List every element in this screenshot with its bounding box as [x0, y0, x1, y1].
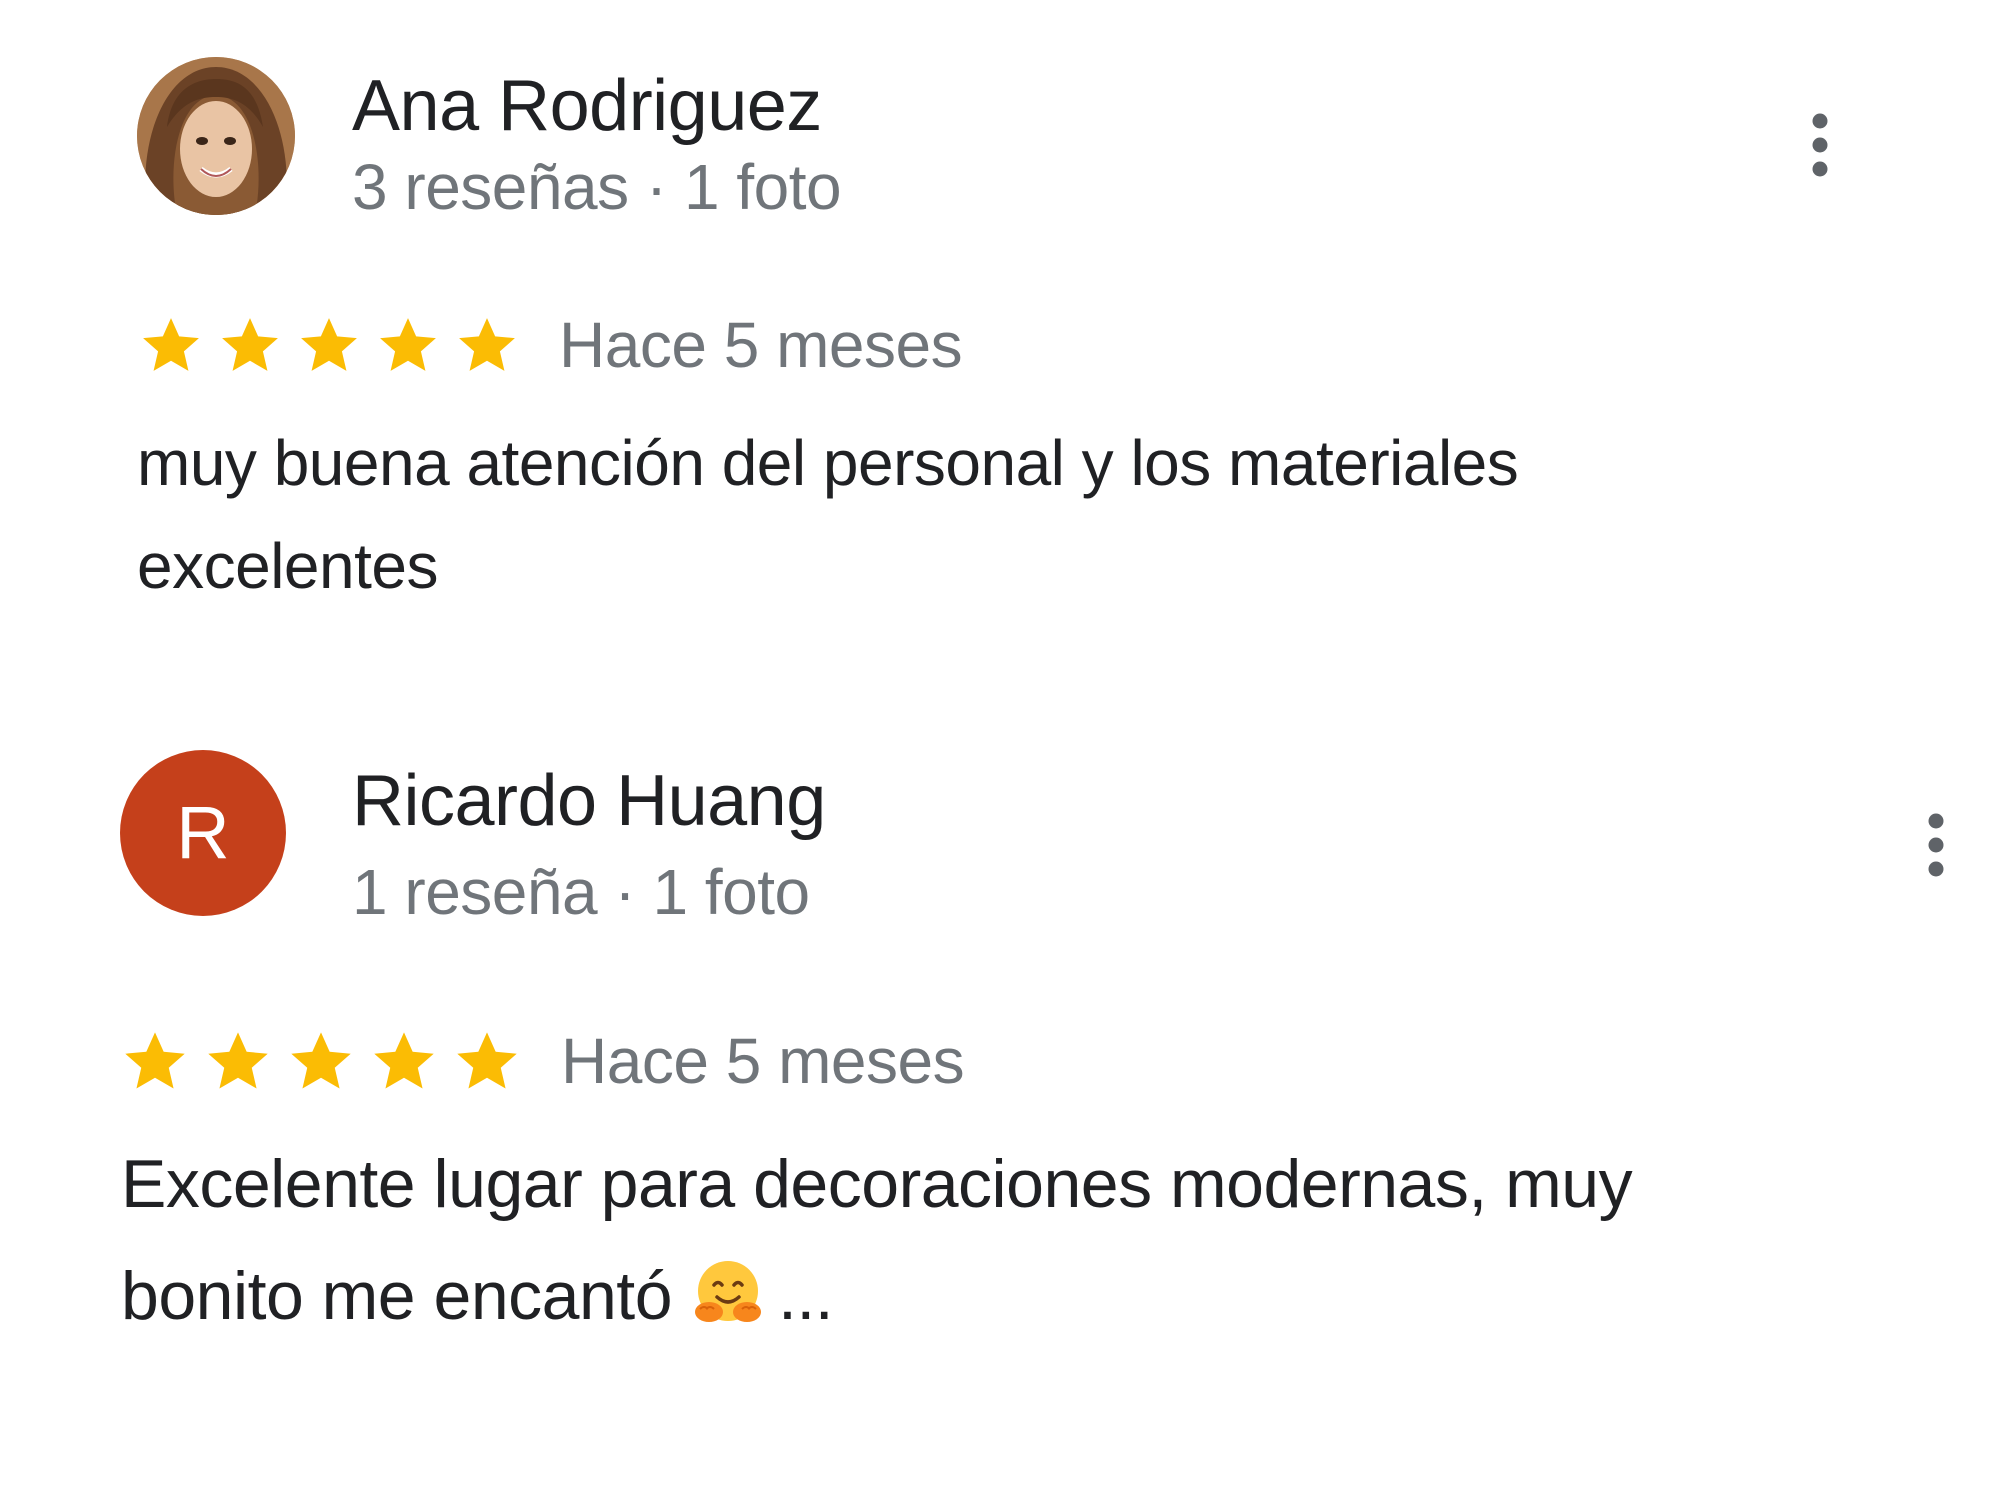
star-icon [222, 318, 278, 371]
star-icon [457, 1032, 517, 1089]
review-date: Hace 5 meses [559, 309, 963, 381]
star-icon [374, 1032, 434, 1089]
avatar[interactable]: R [120, 750, 286, 916]
review-date: Hace 5 meses [561, 1025, 965, 1097]
review-text-line: excelentes [137, 530, 438, 602]
rating-row: Hace 5 meses [140, 309, 963, 381]
profile-photo [137, 57, 295, 215]
star-icon [291, 1032, 351, 1089]
star-rating [140, 314, 535, 376]
star-icon [380, 318, 436, 371]
avatar-letter: R [176, 791, 230, 874]
more-options-button[interactable] [1790, 90, 1850, 200]
avatar[interactable] [137, 57, 295, 215]
rating-row: Hace 5 meses [122, 1025, 965, 1097]
star-icon [125, 1032, 185, 1089]
review-text: muy buena atención del personal y los ma… [137, 412, 1519, 618]
star-icon [301, 318, 357, 371]
review-text-segment: bonito me encantó [121, 1258, 673, 1334]
review-text-line: Excelente lugar para decoraciones modern… [121, 1146, 1633, 1222]
review-text-line: muy buena atención del personal y los ma… [137, 427, 1519, 499]
review-text-line: bonito me encantó ... [121, 1240, 1632, 1352]
star-icon [459, 318, 515, 371]
author-name[interactable]: Ana Rodriguez [352, 70, 822, 142]
star-icon [143, 318, 199, 371]
review-text: Excelente lugar para decoraciones modern… [121, 1128, 1633, 1352]
read-more-ellipsis[interactable]: ... [778, 1258, 834, 1334]
more-vert-icon [1928, 813, 1944, 877]
more-options-button[interactable] [1906, 790, 1966, 900]
hugging-face-emoji-graphic [695, 1261, 762, 1322]
more-vert-icon [1812, 113, 1828, 177]
reviews-panel: Ana Rodriguez 3 reseñas · 1 foto Hace 5 … [0, 0, 2000, 1500]
author-meta[interactable]: 1 reseña · 1 foto [352, 860, 810, 924]
star-rating [122, 1028, 537, 1094]
author-name[interactable]: Ricardo Huang [352, 765, 826, 837]
hugging-face-emoji [690, 1255, 766, 1331]
author-meta[interactable]: 3 reseñas · 1 foto [352, 155, 842, 219]
star-icon [208, 1032, 268, 1089]
